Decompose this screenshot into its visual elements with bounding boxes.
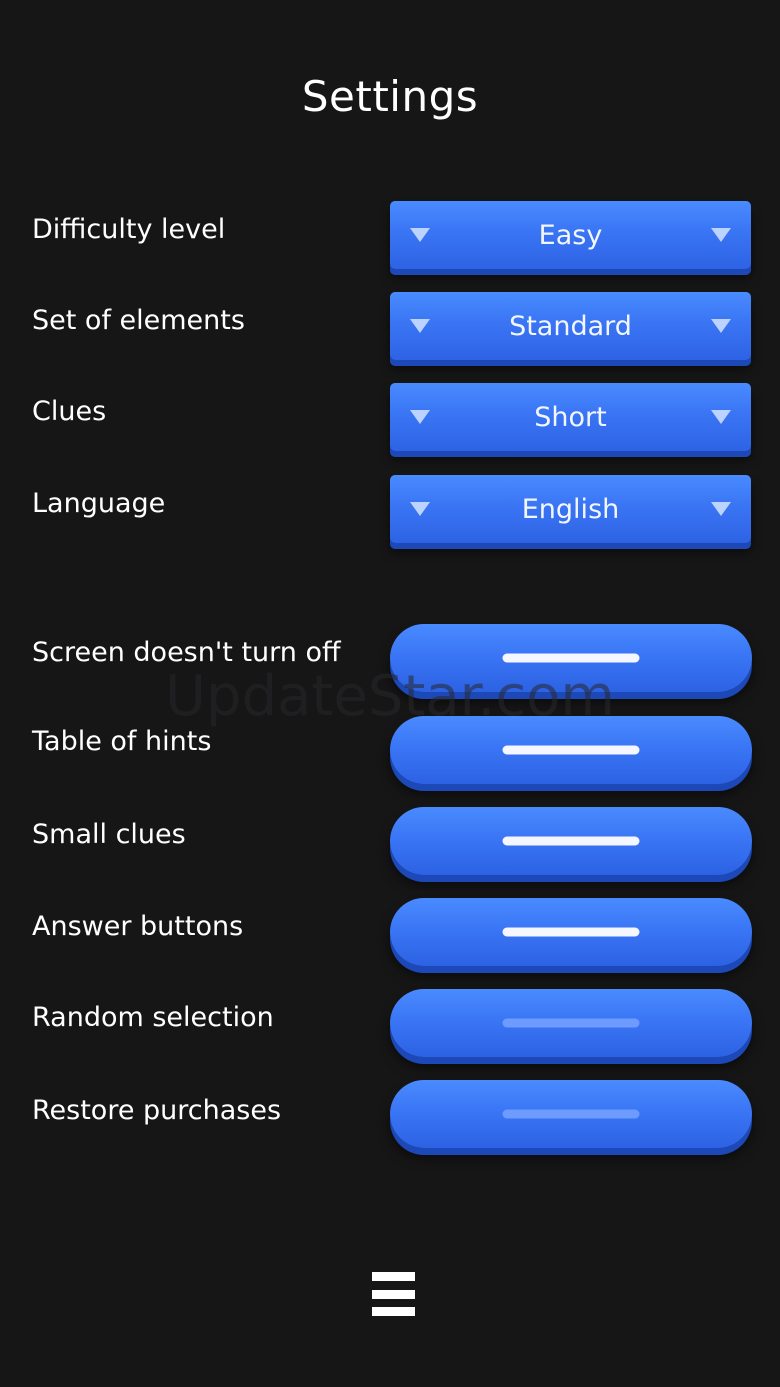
menu-line — [372, 1272, 415, 1281]
difficulty-level-select[interactable]: Easy — [390, 201, 751, 269]
language-label: Language — [32, 488, 166, 519]
language-select[interactable]: English — [390, 475, 751, 543]
random-selection-toggle[interactable] — [390, 989, 752, 1057]
restore-purchases-button[interactable] — [390, 1080, 752, 1148]
toggle-indicator — [502, 927, 640, 937]
chevron-down-icon — [410, 502, 430, 516]
table-of-hints-label: Table of hints — [32, 726, 212, 757]
toggle-indicator — [502, 1018, 640, 1028]
hamburger-menu-icon[interactable] — [372, 1272, 415, 1316]
small-clues-toggle[interactable] — [390, 807, 752, 875]
random-selection-label: Random selection — [32, 1002, 274, 1033]
clues-select[interactable]: Short — [390, 383, 751, 451]
toggle-indicator — [502, 653, 640, 663]
page-title: Settings — [301, 72, 479, 121]
set-of-elements-value: Standard — [509, 310, 632, 342]
difficulty-level-value: Easy — [538, 219, 603, 251]
chevron-down-icon — [711, 410, 731, 424]
answer-buttons-label: Answer buttons — [32, 911, 244, 942]
chevron-down-icon — [711, 502, 731, 516]
language-value: English — [521, 493, 620, 525]
chevron-down-icon — [711, 319, 731, 333]
chevron-down-icon — [711, 228, 731, 242]
toggle-indicator — [502, 1109, 640, 1119]
table-of-hints-toggle[interactable] — [390, 716, 752, 784]
restore-purchases-label: Restore purchases — [32, 1095, 282, 1126]
chevron-down-icon — [410, 410, 430, 424]
clues-label: Clues — [32, 396, 107, 427]
difficulty-level-label: Difficulty level — [32, 214, 226, 245]
clues-value: Short — [534, 401, 607, 433]
set-of-elements-select[interactable]: Standard — [390, 292, 751, 360]
answer-buttons-toggle[interactable] — [390, 898, 752, 966]
menu-line — [372, 1307, 415, 1316]
chevron-down-icon — [410, 228, 430, 242]
toggle-indicator — [502, 745, 640, 755]
toggle-indicator — [502, 836, 640, 846]
screen-doesnt-turn-off-label: Screen doesn't turn off — [32, 637, 341, 668]
screen-doesnt-turn-off-toggle[interactable] — [390, 624, 752, 692]
menu-line — [372, 1289, 415, 1299]
small-clues-label: Small clues — [32, 819, 186, 850]
set-of-elements-label: Set of elements — [32, 305, 245, 336]
chevron-down-icon — [410, 319, 430, 333]
